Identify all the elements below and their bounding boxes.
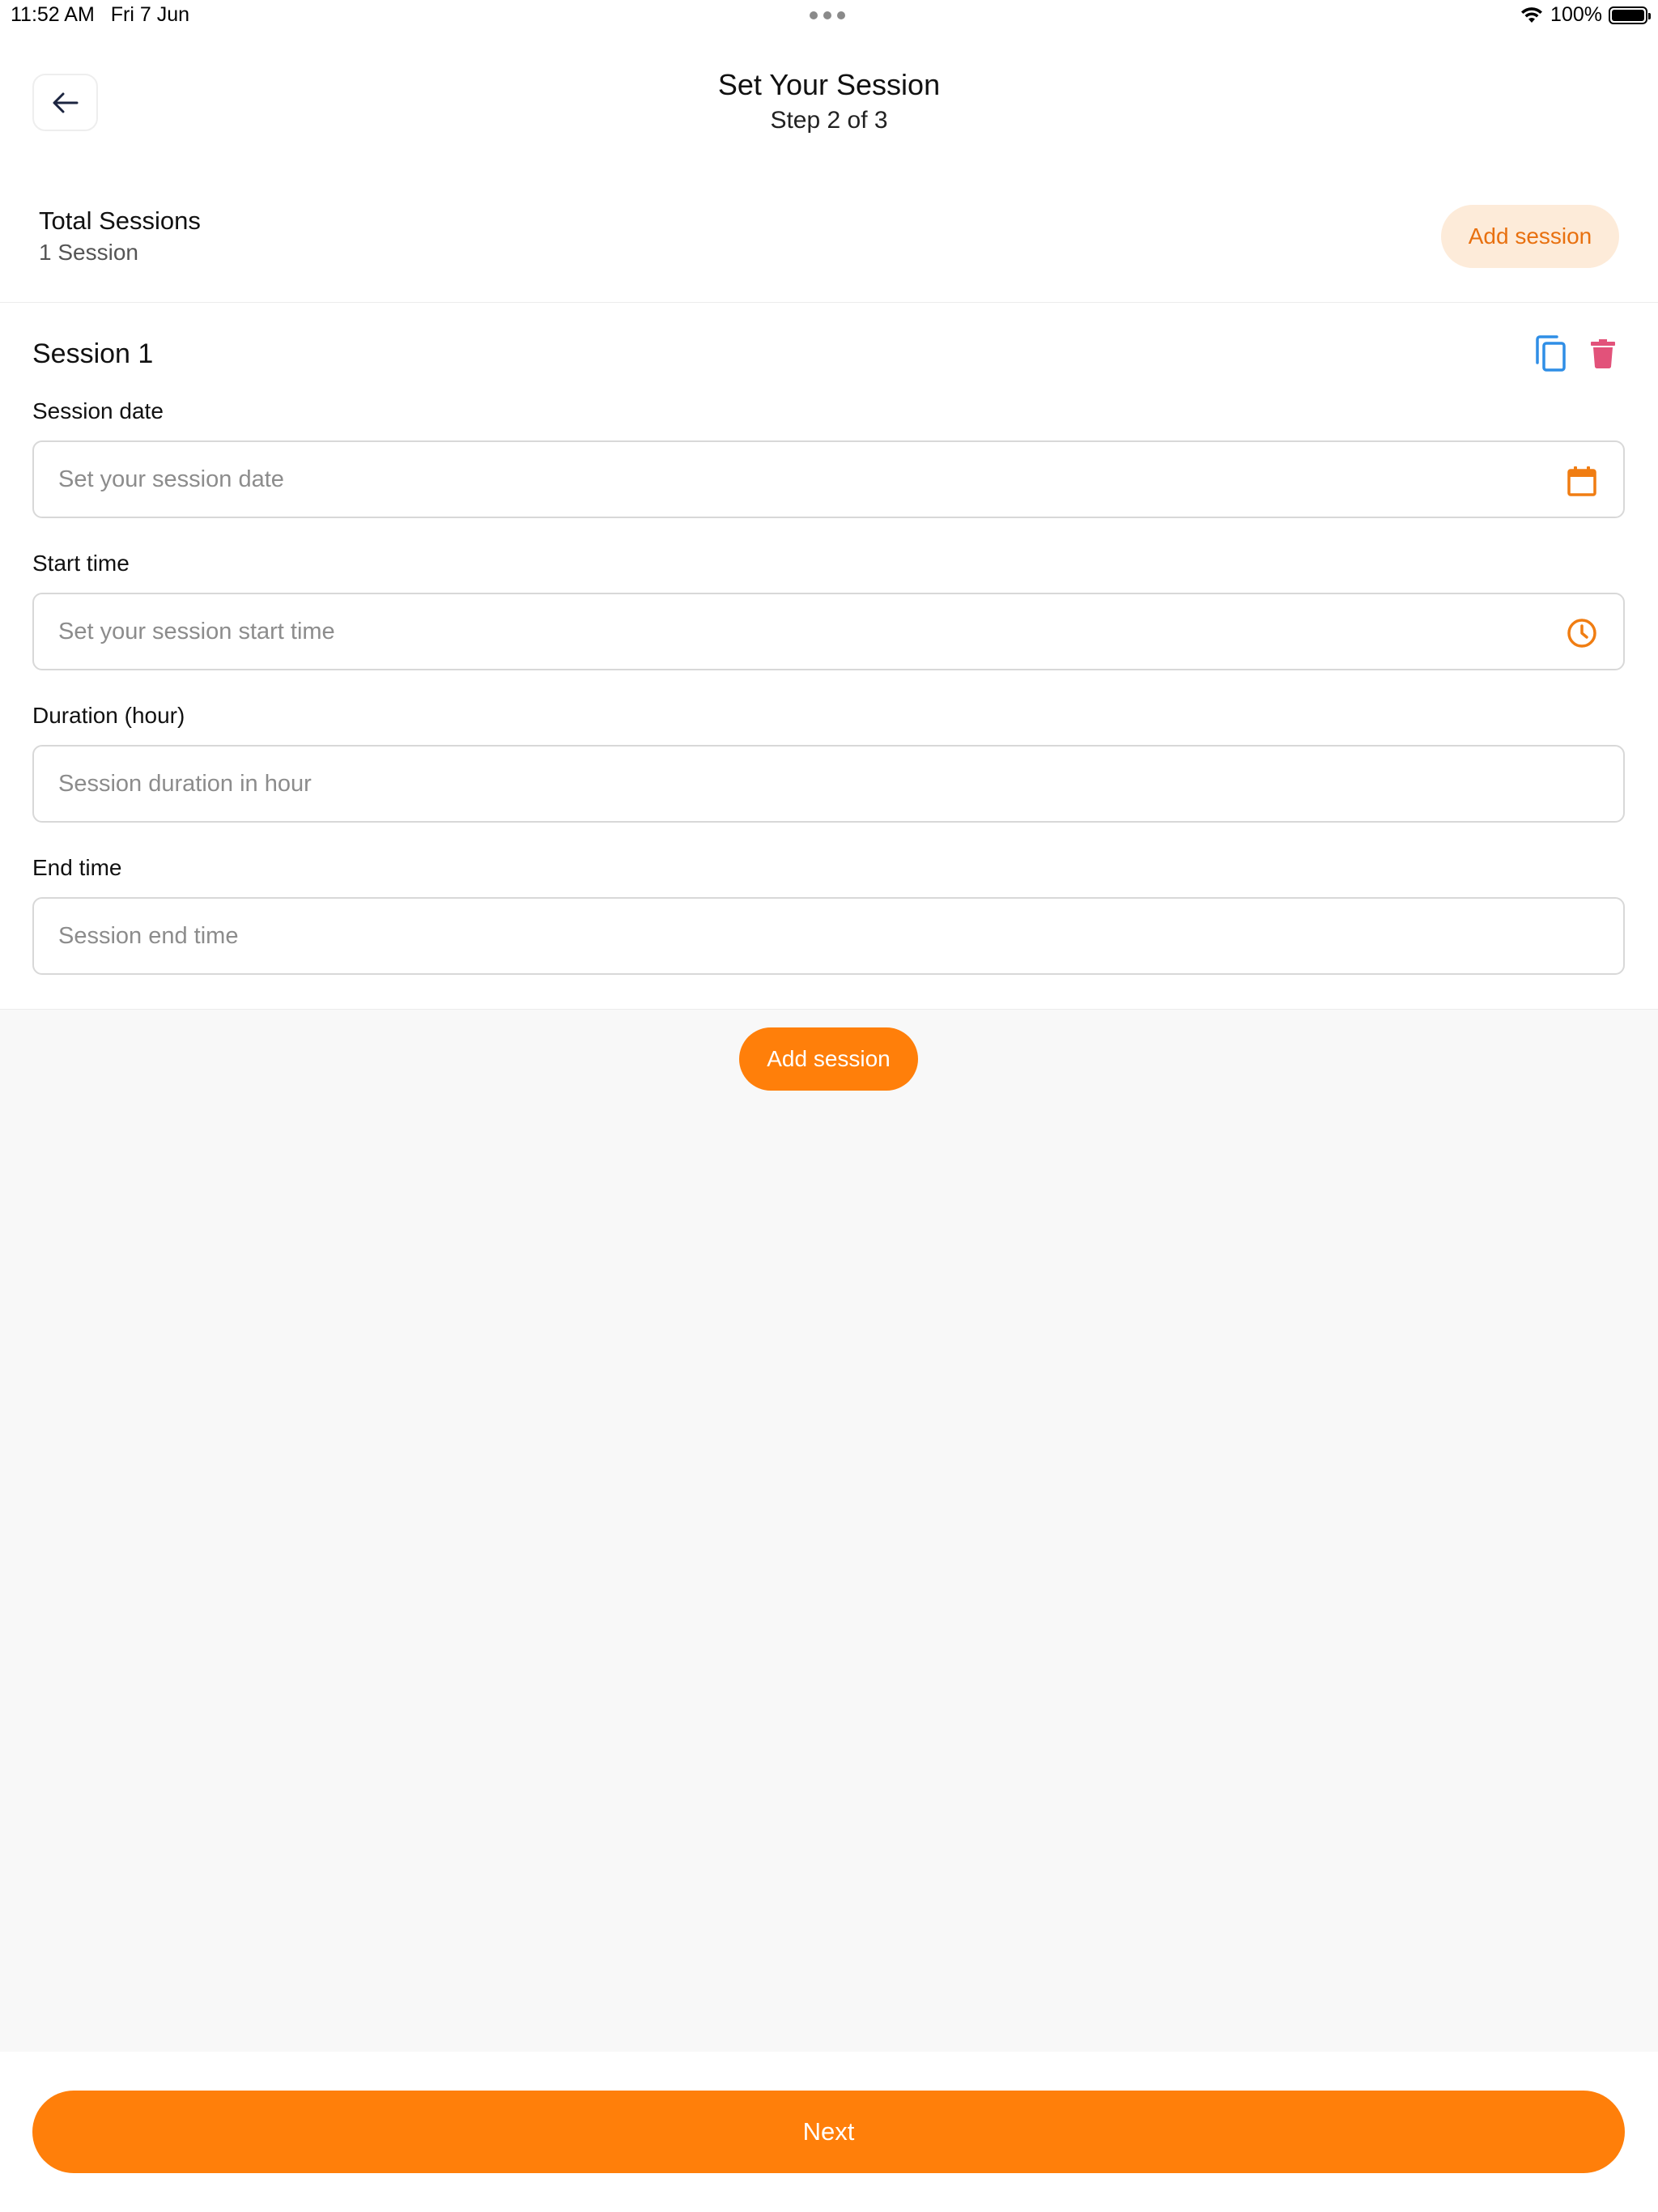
trash-icon (1591, 339, 1615, 369)
wifi-icon (1521, 6, 1543, 23)
status-date: Fri 7 Jun (110, 3, 190, 26)
total-sessions-bar: Total Sessions 1 Session Add session (0, 183, 1658, 303)
add-session-button-header[interactable]: Add session (1441, 205, 1619, 268)
multitasking-dots-icon[interactable] (810, 11, 845, 19)
status-bar: 11:52 AM Fri 7 Jun 100% (0, 0, 1658, 36)
status-right: 100% (1520, 3, 1651, 27)
delete-session-button[interactable] (1585, 334, 1621, 374)
start-time-field[interactable]: Set your session start time (32, 593, 1625, 670)
footer: Next (0, 2052, 1658, 2212)
clock-icon[interactable] (1565, 616, 1599, 650)
start-time-placeholder: Set your session start time (58, 618, 335, 644)
end-time-label: End time (32, 855, 122, 880)
session-date-label: Session date (32, 398, 164, 423)
battery-percent: 100% (1550, 3, 1602, 26)
total-sessions-label: Total Sessions (39, 206, 201, 235)
session-card: Session 1 Session date Set your session … (0, 303, 1658, 1009)
duration-field[interactable]: Session duration in hour (32, 745, 1625, 823)
session-date-placeholder: Set your session date (58, 466, 284, 492)
status-time: 11:52 AM (11, 3, 95, 26)
content-background: Add session (0, 1009, 1658, 2052)
copy-icon (1536, 335, 1566, 372)
next-button[interactable]: Next (32, 2091, 1625, 2173)
end-time-placeholder: Session end time (58, 922, 239, 949)
copy-session-button[interactable] (1530, 332, 1571, 376)
calendar-icon[interactable] (1565, 464, 1599, 498)
total-sessions-count: 1 Session (39, 240, 138, 265)
end-time-field[interactable]: Session end time (32, 897, 1625, 975)
page-title: Set Your Session (717, 68, 941, 101)
battery-icon (1609, 6, 1651, 24)
add-session-button[interactable]: Add session (739, 1027, 918, 1091)
duration-label: Duration (hour) (32, 703, 185, 728)
page-subtitle: Step 2 of 3 (770, 107, 888, 134)
session-title: Session 1 (32, 338, 154, 369)
duration-placeholder: Session duration in hour (58, 770, 312, 797)
start-time-label: Start time (32, 551, 130, 576)
status-left: 11:52 AM Fri 7 Jun (11, 3, 189, 27)
session-date-field[interactable]: Set your session date (32, 440, 1625, 518)
